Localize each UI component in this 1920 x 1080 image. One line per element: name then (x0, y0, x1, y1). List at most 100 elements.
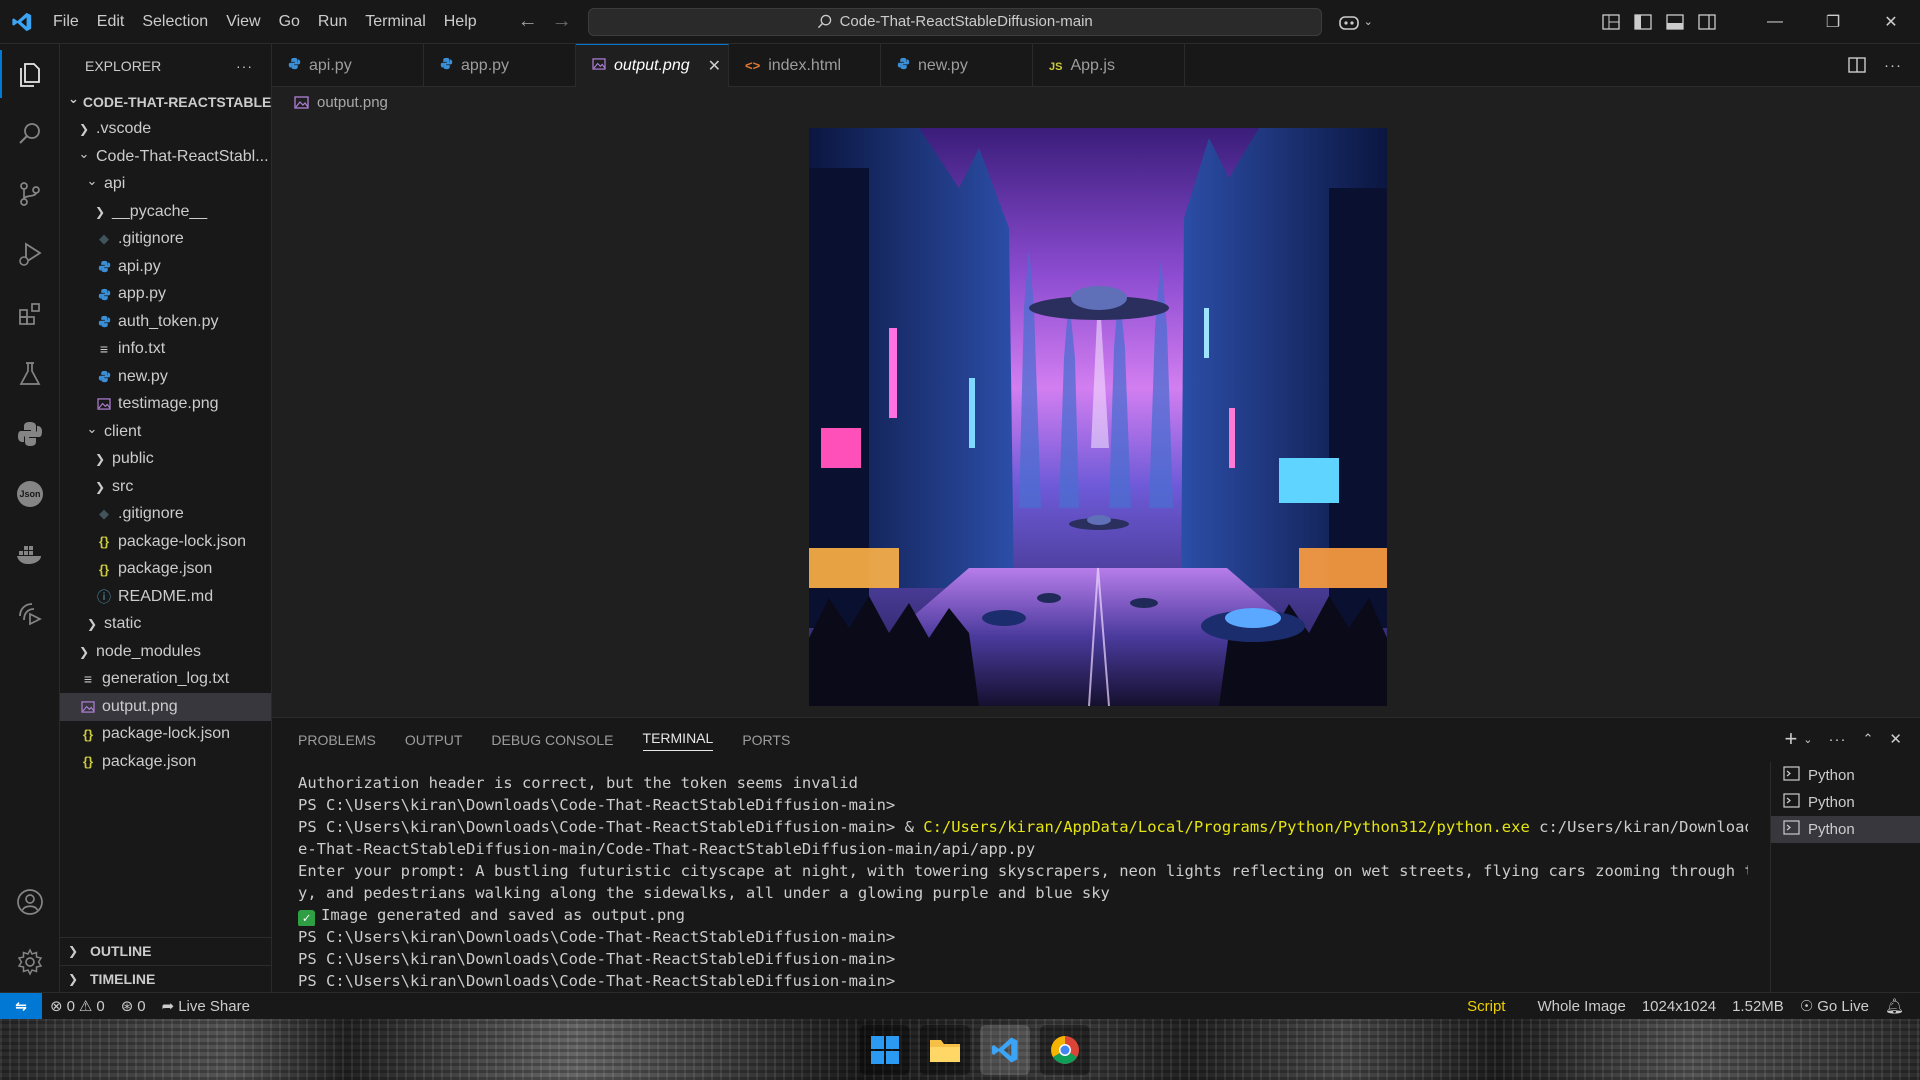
folder-item[interactable]: ❯ public (60, 446, 271, 474)
notifications-button[interactable]: 🔔︎ (1877, 997, 1920, 1015)
file-item[interactable]: {} package-lock.json (60, 528, 271, 556)
customize-layout-icon[interactable] (1602, 13, 1620, 31)
close-icon[interactable]: ✕ (708, 56, 721, 76)
testing-button[interactable] (0, 344, 60, 404)
menu-file[interactable]: File (44, 0, 88, 44)
file-item[interactable]: ◆ .gitignore (60, 501, 271, 529)
menu-selection[interactable]: Selection (133, 0, 217, 44)
file-item[interactable]: {} package.json (60, 748, 271, 776)
folder-item[interactable]: ❯ .vscode (60, 116, 271, 144)
ports-status[interactable]: ⊛ 0 (113, 997, 154, 1016)
file-item[interactable]: {} package-lock.json (60, 721, 271, 749)
minimize-button[interactable]: — (1746, 0, 1804, 44)
tab-api-py[interactable]: api.py (272, 44, 424, 87)
folder-item[interactable]: ❯ node_modules (60, 638, 271, 666)
tab-app-py[interactable]: app.py (424, 44, 576, 87)
terminal-instance[interactable]: Python (1771, 762, 1920, 789)
terminal-instance[interactable]: Python (1771, 816, 1920, 843)
restore-button[interactable]: ❐ (1804, 0, 1862, 44)
more-actions-icon[interactable]: ··· (236, 58, 253, 74)
toggle-panel-icon[interactable] (1666, 13, 1684, 31)
command-center-search[interactable]: Code-That-ReactStableDiffusion-main (587, 7, 1322, 36)
vscode-taskbar-button[interactable] (980, 1025, 1030, 1075)
zoom-status[interactable]: Whole Image (1529, 998, 1633, 1015)
chevron-down-icon: ⌄ (86, 420, 98, 436)
close-panel-icon[interactable]: ✕ (1889, 730, 1902, 748)
forward-arrow-icon[interactable]: → (552, 10, 572, 33)
panel-tab-debug-console[interactable]: DEBUG CONSOLE (491, 732, 613, 748)
tab-output-png[interactable]: output.png ✕ (576, 44, 729, 87)
close-window-button[interactable]: ✕ (1862, 0, 1920, 44)
python-button[interactable] (0, 404, 60, 464)
terminal-instance[interactable]: Python (1771, 789, 1920, 816)
run-debug-button[interactable] (0, 224, 60, 284)
file-item[interactable]: {} package.json (60, 556, 271, 584)
files-icon (20, 63, 40, 87)
folder-item[interactable]: ❯ static (60, 611, 271, 639)
split-editor-icon[interactable] (1848, 56, 1866, 74)
tree-item-label: __pycache__ (112, 202, 208, 220)
accounts-button[interactable] (0, 872, 60, 932)
menu-help[interactable]: Help (435, 0, 486, 44)
toggle-primary-sidebar-icon[interactable] (1634, 13, 1652, 31)
more-actions-icon[interactable]: ··· (1829, 731, 1847, 748)
extensions-button[interactable] (0, 284, 60, 344)
remote-indicator-button[interactable]: ⇋ (0, 992, 42, 1020)
menu-run[interactable]: Run (309, 0, 356, 44)
generated-city-image[interactable] (809, 128, 1387, 706)
chevron-down-icon[interactable]: ⌄ (1803, 733, 1812, 746)
folder-item[interactable]: ⌄ Code-That-ReactStabl... (60, 143, 271, 171)
file-item[interactable]: auth_token.py (60, 308, 271, 336)
menu-view[interactable]: View (217, 0, 269, 44)
file-item[interactable]: ≡ generation_log.txt (60, 666, 271, 694)
menu-edit[interactable]: Edit (88, 0, 134, 44)
panel-tab-output[interactable]: OUTPUT (405, 732, 463, 748)
file-item[interactable]: ⓘ README.md (60, 583, 271, 611)
panel-tab-terminal[interactable]: TERMINAL (642, 730, 714, 751)
menu-go[interactable]: Go (270, 0, 309, 44)
docker-button[interactable] (0, 524, 60, 584)
back-arrow-icon[interactable]: ← (518, 10, 538, 33)
remote-explorer-button[interactable] (0, 584, 60, 644)
file-item[interactable]: ◆ .gitignore (60, 226, 271, 254)
file-item[interactable]: app.py (60, 281, 271, 309)
source-control-button[interactable] (0, 164, 60, 224)
tab-app-js[interactable]: JS App.js (1033, 44, 1185, 87)
folder-item[interactable]: ❯ __pycache__ (60, 198, 271, 226)
tab-new-py[interactable]: new.py (881, 44, 1033, 87)
explorer-button[interactable] (0, 44, 60, 104)
file-item[interactable]: new.py (60, 363, 271, 391)
outline-section[interactable]: ❯ OUTLINE (60, 937, 272, 964)
problems-status[interactable]: ⊗ 0 ⚠ 0 (42, 997, 113, 1016)
folder-item[interactable]: ⌄ CODE-THAT-REACTSTABLE... (60, 88, 271, 116)
file-explorer-taskbar-button[interactable] (920, 1025, 970, 1075)
file-item[interactable]: ≡ info.txt (60, 336, 271, 364)
manage-button[interactable] (0, 932, 60, 992)
windows-start-button[interactable] (860, 1025, 910, 1075)
file-item[interactable]: testimage.png (60, 391, 271, 419)
file-item[interactable]: api.py (60, 253, 271, 281)
tab-index-html[interactable]: <> index.html (729, 44, 881, 87)
timeline-section[interactable]: ❯ TIMELINE (60, 965, 272, 992)
folder-item[interactable]: ⌄ api (60, 171, 271, 199)
more-actions-icon[interactable]: ··· (1884, 57, 1902, 74)
new-terminal-icon[interactable]: + (1784, 728, 1797, 750)
go-live-button[interactable]: ☉ Go Live (1792, 997, 1877, 1016)
chrome-taskbar-button[interactable] (1040, 1025, 1090, 1075)
copilot-button[interactable]: ⌄ (1338, 13, 1373, 31)
breadcrumb[interactable]: output.png (272, 87, 1920, 117)
folder-item[interactable]: ❯ src (60, 473, 271, 501)
panel-tab-problems[interactable]: PROBLEMS (298, 732, 376, 748)
search-view-button[interactable] (0, 104, 60, 164)
json-button[interactable]: Json (0, 464, 60, 524)
menu-terminal[interactable]: Terminal (356, 0, 434, 44)
panel-tab-ports[interactable]: PORTS (742, 732, 790, 748)
script-status[interactable]: Script (1459, 998, 1513, 1015)
terminal-output[interactable]: Authorization header is correct, but the… (298, 772, 1748, 992)
toggle-secondary-sidebar-icon[interactable] (1698, 13, 1716, 31)
file-item[interactable]: output.png (60, 693, 271, 721)
tree-item-label: .gitignore (118, 230, 184, 248)
folder-item[interactable]: ⌄ client (60, 418, 271, 446)
live-share-button[interactable]: ➦ Live Share (154, 997, 258, 1016)
maximize-panel-icon[interactable]: ⌃ (1863, 731, 1874, 747)
